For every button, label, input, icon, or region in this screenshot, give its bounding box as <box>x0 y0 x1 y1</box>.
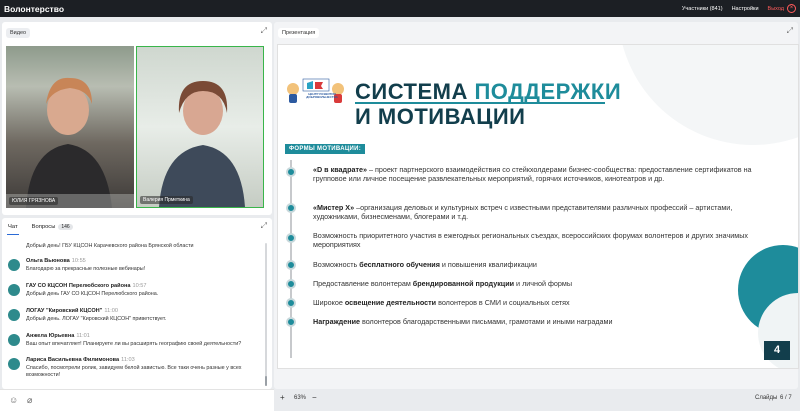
participant-name: ЮЛИЯ ГРЯЗНОВА <box>9 197 59 205</box>
chat-scrollbar[interactable] <box>265 243 267 386</box>
slide: ЦЕНТР РАЗВИТИЯ ДОБРОВОЛЬЧЕСТВА СИСТЕМА П… <box>278 45 798 368</box>
message-time: 11:00 <box>104 308 118 314</box>
message-author: ЛОГАУ "Кировский КЦСОН" <box>26 308 103 314</box>
presentation-tab[interactable]: Презентация <box>278 28 320 38</box>
list-item: Ольга Вьюнова 10:55 Благодарю за прекрасн… <box>8 258 263 278</box>
questions-count-badge: 146 <box>58 224 73 230</box>
list-item: ЛОГАУ "Кировский КЦСОН" 11:00 Добрый день… <box>8 308 263 328</box>
slide-title: СИСТЕМА ПОДДЕРЖКИ И МОТИВАЦИИ <box>355 79 622 129</box>
message-text: Спасибо, посмотрели ролик, завидуем бело… <box>26 365 242 378</box>
video-panel: Видео ⤢ ЮЛИЯ ГРЯЗНОВА Валерия Прметкина <box>2 22 272 215</box>
chat-input-bar[interactable]: ☺ ⌀ <box>0 389 274 411</box>
video-tile-2[interactable]: Валерия Прметкина <box>136 46 264 208</box>
zoom-out-button[interactable]: − <box>312 393 317 402</box>
timeline-dot <box>286 233 296 243</box>
expand-icon[interactable]: ⤢ <box>261 26 267 36</box>
avatar <box>8 309 20 321</box>
message-author: Анжела Юрьевна <box>26 333 75 339</box>
timeline-dot <box>286 167 296 177</box>
participant-silhouette-icon <box>6 77 134 208</box>
avatar <box>8 259 20 271</box>
message-text: Благодарю за прекрасные полезные вебинар… <box>26 266 146 272</box>
list-item: Добрый день! ГБУ КЦСОН Карачевского райо… <box>8 243 263 252</box>
avatar <box>8 334 20 346</box>
slide-item: Широкое освещение деятельности волонтеро… <box>313 298 570 307</box>
slide-item: Предоставление волонтерам брендированной… <box>313 279 573 288</box>
settings-button[interactable]: Настройки <box>732 6 759 12</box>
participants-button[interactable]: Участники (841) <box>682 6 723 12</box>
slides-label: Слайды <box>755 395 778 401</box>
message-time: 10:55 <box>71 258 86 264</box>
slide-item: Возможность бесплатного обучения и повыш… <box>313 260 537 269</box>
message-text: Ваш опыт впечатляет! Планируете ли вы ра… <box>26 341 242 347</box>
zoom-level: 63% <box>294 395 307 401</box>
message-time: 11:01 <box>76 333 90 339</box>
message-text: Добрый день ГАУ СО КЦСОН Перелюбского ра… <box>26 291 159 297</box>
logo-text: ЦЕНТР РАЗВИТИЯ ДОБРОВОЛЬЧЕСТВА <box>306 92 338 100</box>
message-text: Добрый день. ЛОГАУ "Кировский КЦСОН" при… <box>26 316 167 322</box>
close-icon[interactable]: × <box>787 4 796 13</box>
participant-name-2: Валерия Прметкина <box>140 196 193 204</box>
timeline-dot <box>286 203 296 213</box>
avatar <box>8 284 20 296</box>
message-author: Лариса Васильевна Филимонова <box>26 357 120 363</box>
forms-label: ФОРМЫ МОТИВАЦИИ: <box>285 144 366 154</box>
video-tile-1[interactable]: ЮЛИЯ ГРЯЗНОВА <box>6 46 134 208</box>
attach-icon[interactable]: ⌀ <box>27 395 32 406</box>
avatar <box>8 358 20 370</box>
list-item: Анжела Юрьевна 11:01 Ваш опыт впечатляет!… <box>8 333 263 353</box>
message-time: 10:57 <box>132 283 147 289</box>
zoom-in-button[interactable]: + <box>280 393 285 402</box>
title-underline <box>355 102 605 104</box>
timeline-dot <box>286 279 296 289</box>
slide-item: «Мистер Х» –организация деловых и культу… <box>313 203 733 222</box>
video-tab[interactable]: Видео <box>6 28 31 38</box>
slides-counter: 6 / 7 <box>780 395 792 401</box>
tab-questions[interactable]: Вопросы 146 <box>32 224 73 230</box>
slide-item: Возможность приоритетного участия в ежег… <box>313 231 748 250</box>
message-author: Ольга Вьюнова <box>26 258 70 264</box>
emoji-icon[interactable]: ☺ <box>9 395 18 405</box>
timeline-line <box>290 160 292 358</box>
message-author: ГАУ СО КЦСОН Перелюбского района <box>26 283 131 289</box>
top-bar: Волонтерство Участники (841) Настройки В… <box>0 0 800 17</box>
list-item: ГАУ СО КЦСОН Перелюбского района 10:57 До… <box>8 283 263 303</box>
participant-silhouette-icon-2 <box>159 81 245 207</box>
expand-presentation-icon[interactable]: ⤢ <box>787 26 793 36</box>
message-text: Добрый день! ГБУ КЦСОН Карачевского райо… <box>26 243 194 249</box>
slide-item: Награждение волонтеров благодарственными… <box>313 317 613 326</box>
exit-button[interactable]: Выход <box>768 6 784 12</box>
message-time: 11:03 <box>121 357 135 363</box>
timeline-dot <box>286 298 296 308</box>
slide-item: «D в квадрате» – проект партнерского вза… <box>313 165 752 184</box>
volunteer-logo-icon <box>287 78 344 103</box>
timeline-dot <box>286 260 296 270</box>
presentation-controls: + 63% − Слайды 6 / 7 <box>274 389 800 411</box>
slide-page-number: 4 <box>764 341 790 360</box>
timeline-dot <box>286 317 296 327</box>
list-item: Лариса Васильевна Филимонова 11:03 Спасиб… <box>8 357 263 385</box>
expand-chat-icon[interactable]: ⤢ <box>261 221 267 231</box>
app-title: Волонтерство <box>4 3 65 14</box>
tab-chat[interactable]: Чат <box>7 224 19 235</box>
